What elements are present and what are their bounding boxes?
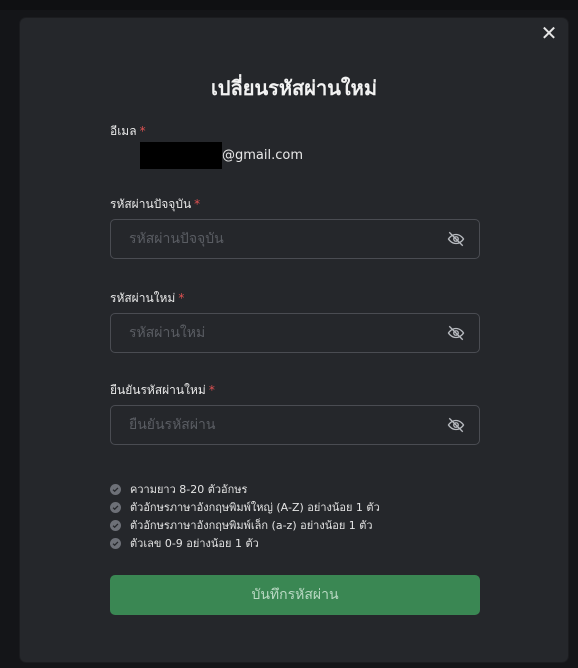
email-value: @gmail.com	[222, 148, 304, 163]
eye-off-icon[interactable]	[447, 230, 465, 248]
rule-item: ตัวเลข 0-9 อย่างน้อย 1 ตัว	[110, 534, 380, 552]
required-mark: *	[208, 383, 215, 397]
new-password-input[interactable]	[111, 314, 449, 352]
rule-item: ความยาว 8-20 ตัวอักษร	[110, 480, 380, 498]
rule-item: ตัวอักษรภาษาอังกฤษพิมพ์เล็ก (a-z) อย่างน…	[110, 516, 380, 534]
email-label: อีเมล *	[110, 124, 146, 138]
current-password-label: รหัสผ่านปัจจุบัน *	[110, 197, 201, 211]
check-circle-icon	[110, 537, 121, 549]
required-mark: *	[194, 197, 201, 211]
backdrop	[0, 0, 578, 10]
eye-off-icon[interactable]	[447, 416, 465, 434]
save-password-button[interactable]: บันทึกรหัสผ่าน	[110, 575, 480, 615]
required-mark: *	[139, 124, 146, 138]
rule-text: ความยาว 8-20 ตัวอักษร	[130, 483, 248, 496]
check-circle-icon	[110, 519, 121, 531]
confirm-password-label: ยืนยันรหัสผ่านใหม่ *	[110, 383, 215, 397]
new-password-field	[110, 313, 480, 353]
close-button[interactable]: ✕	[538, 22, 560, 44]
current-password-field	[110, 219, 480, 259]
rule-text: ตัวอักษรภาษาอังกฤษพิมพ์เล็ก (a-z) อย่างน…	[130, 519, 373, 532]
check-circle-icon	[110, 501, 121, 513]
confirm-password-field	[110, 405, 480, 445]
eye-off-icon[interactable]	[447, 324, 465, 342]
required-mark: *	[178, 291, 185, 305]
rule-item: ตัวอักษรภาษาอังกฤษพิมพ์ใหญ่ (A-Z) อย่างน…	[110, 498, 380, 516]
rule-text: ตัวเลข 0-9 อย่างน้อย 1 ตัว	[130, 537, 259, 550]
confirm-password-input[interactable]	[111, 406, 449, 444]
close-icon: ✕	[540, 21, 558, 45]
password-rules-list: ความยาว 8-20 ตัวอักษร ตัวอักษรภาษาอังกฤษ…	[110, 480, 380, 552]
current-password-input[interactable]	[111, 220, 449, 258]
modal-title: เปลี่ยนรหัสผ่านใหม่	[210, 76, 378, 100]
rule-text: ตัวอักษรภาษาอังกฤษพิมพ์ใหญ่ (A-Z) อย่างน…	[130, 501, 380, 514]
change-password-modal: ✕ เปลี่ยนรหัสผ่านใหม่ อีเมล * @gmail.com …	[20, 18, 568, 662]
redacted-email-block	[140, 142, 222, 169]
new-password-label: รหัสผ่านใหม่ *	[110, 291, 185, 305]
check-circle-icon	[110, 483, 121, 495]
